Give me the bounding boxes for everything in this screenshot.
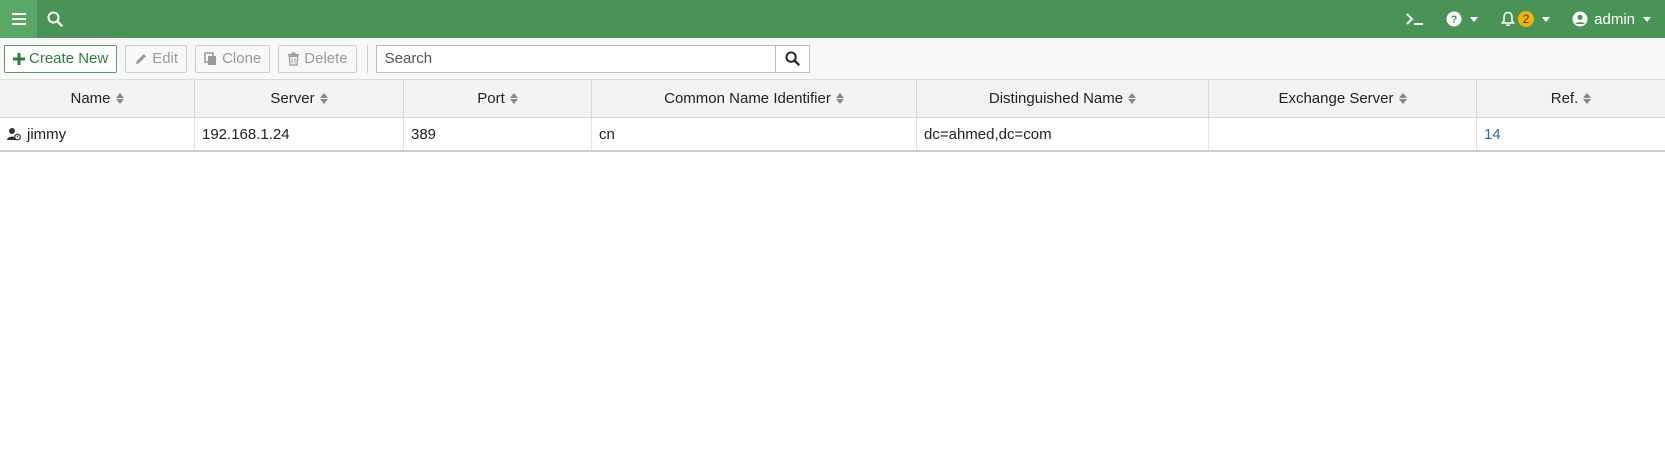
chevron-down-icon (1643, 16, 1651, 22)
search-button[interactable] (775, 44, 810, 73)
sort-icon (1398, 93, 1407, 104)
delete-button[interactable]: Delete (278, 44, 357, 73)
search-input[interactable] (375, 44, 776, 73)
edit-label: Edit (152, 50, 179, 67)
column-header-label: Distinguished Name (988, 90, 1124, 107)
chevron-down-icon (1470, 16, 1479, 22)
sort-icon (835, 93, 844, 104)
global-search-button[interactable] (37, 0, 73, 38)
cli-console-button[interactable] (1406, 0, 1424, 38)
column-header-label: Ref. (1550, 90, 1579, 107)
cell-ref: 14 (1477, 118, 1665, 150)
column-header-label: Exchange Server (1278, 90, 1394, 107)
hamburger-icon (11, 13, 26, 25)
clone-icon (204, 51, 217, 65)
svg-text:?: ? (1451, 14, 1458, 26)
terminal-icon (1406, 13, 1424, 25)
table-header: Name Server Port Common Name Identifier … (0, 80, 1665, 118)
pencil-icon (136, 53, 147, 64)
sort-icon (1128, 93, 1137, 104)
toolbar-divider (366, 44, 368, 73)
plus-icon (13, 52, 25, 65)
column-header-label: Port (477, 90, 505, 107)
delete-label: Delete (304, 50, 348, 67)
cell-port: 389 (404, 118, 592, 150)
edit-button[interactable]: Edit (125, 44, 188, 73)
menu-button[interactable] (0, 0, 37, 38)
create-new-button[interactable]: Create New (4, 44, 118, 73)
notification-count-badge: 2 (1518, 11, 1535, 27)
sort-icon (115, 93, 124, 104)
search-icon (785, 51, 800, 66)
column-header-exchange-server[interactable]: Exchange Server (1209, 80, 1477, 117)
column-header-name[interactable]: Name (0, 80, 195, 117)
column-header-label: Common Name Identifier (664, 90, 831, 107)
table-row[interactable]: jimmy 192.168.1.24 389 cn dc=ahmed,dc=co… (0, 118, 1665, 152)
trash-icon (288, 52, 300, 66)
row-name: jimmy (27, 125, 67, 143)
column-header-ref[interactable]: Ref. (1477, 80, 1665, 117)
table-search (375, 44, 810, 73)
chevron-down-icon (1542, 16, 1551, 22)
cell-distinguished-name: dc=ahmed,dc=com (917, 118, 1209, 150)
sort-icon (509, 93, 518, 104)
question-circle-icon: ? (1446, 11, 1462, 27)
sort-icon (1583, 93, 1592, 104)
ldap-user-icon (7, 128, 21, 141)
cell-exchange-server (1209, 118, 1477, 150)
user-name: admin (1594, 10, 1635, 28)
clone-label: Clone (222, 50, 262, 67)
help-menu[interactable]: ? (1446, 0, 1479, 38)
cell-server: 192.168.1.24 (195, 118, 404, 150)
sort-icon (319, 93, 328, 104)
toolbar: Create New Edit Clone Delete (0, 38, 1665, 80)
notifications-menu[interactable]: 2 (1500, 0, 1551, 38)
column-header-port[interactable]: Port (404, 80, 592, 117)
column-header-label: Server (270, 90, 315, 107)
column-header-distinguished-name[interactable]: Distinguished Name (917, 80, 1209, 117)
column-header-label: Name (70, 90, 111, 107)
cell-common-name-identifier: cn (592, 118, 917, 150)
top-bar: ? 2 admin (0, 0, 1665, 38)
user-circle-icon (1572, 11, 1588, 27)
user-menu[interactable]: admin (1572, 0, 1651, 38)
ref-count-link[interactable]: 14 (1484, 126, 1501, 143)
clone-button[interactable]: Clone (195, 44, 271, 73)
cell-name: jimmy (0, 118, 195, 150)
search-icon (47, 11, 63, 27)
ldap-servers-table: Name Server Port Common Name Identifier … (0, 80, 1665, 152)
column-header-common-name-identifier[interactable]: Common Name Identifier (592, 80, 917, 117)
column-header-server[interactable]: Server (195, 80, 404, 117)
create-new-label: Create New (29, 50, 109, 67)
bell-icon (1501, 11, 1516, 27)
